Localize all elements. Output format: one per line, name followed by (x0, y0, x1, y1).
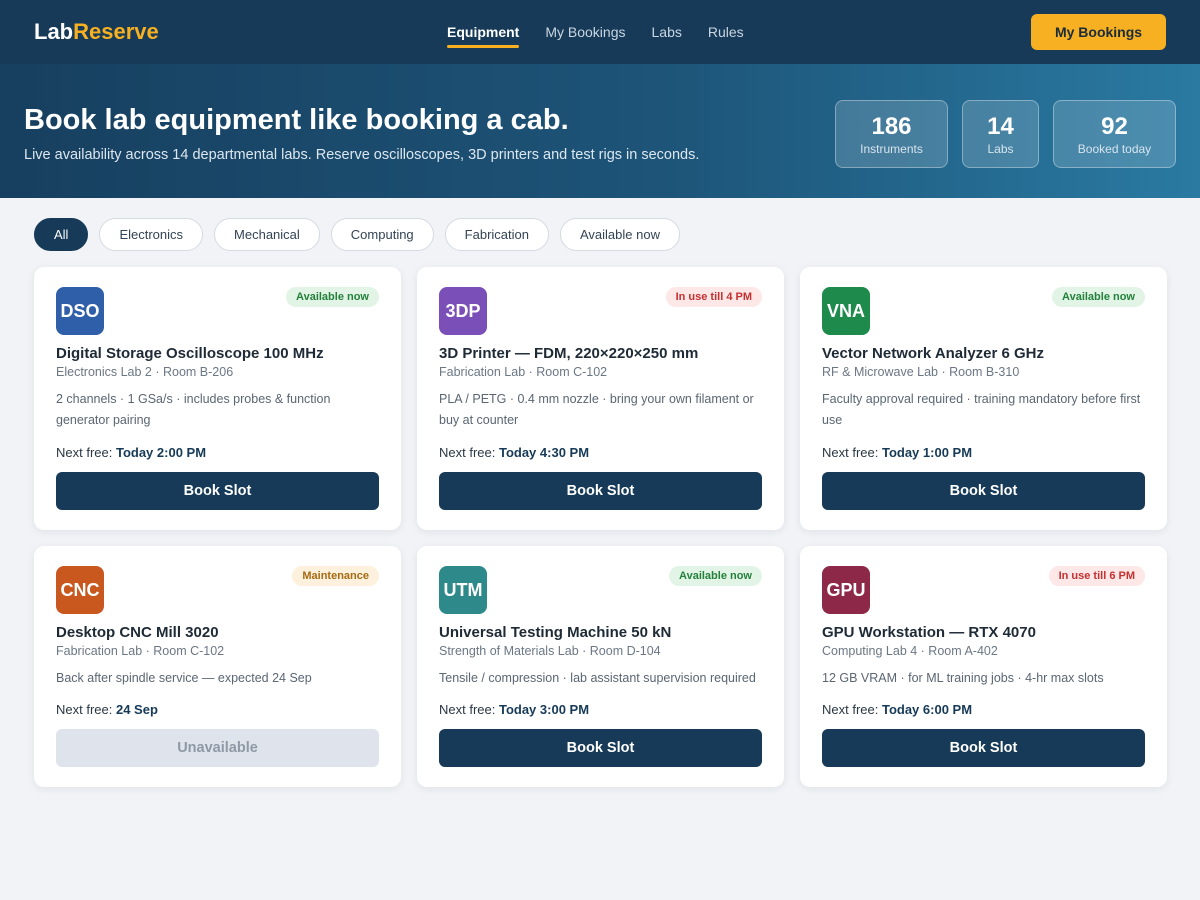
hero-title: Book lab equipment like booking a cab. (24, 104, 569, 136)
stat-label: Booked today (1077, 142, 1152, 156)
equipment-location: Electronics Lab 2 · Room B-206 (56, 365, 234, 379)
equipment-name: Digital Storage Oscilloscope 100 MHz (56, 345, 324, 362)
next-free-info: Next free: Today 2:00 PM (56, 445, 206, 460)
filter-chip-electronics[interactable]: Electronics (99, 218, 204, 251)
equipment-card: DSO Available now Digital Storage Oscill… (34, 267, 401, 530)
category-filters: All Electronics Mechanical Computing Fab… (34, 218, 680, 251)
equipment-card: VNA Available now Vector Network Analyze… (800, 267, 1167, 530)
next-free-value: Today 3:00 PM (498, 702, 590, 717)
nav-item-rules[interactable]: Rules (708, 20, 744, 44)
equipment-card: CNC Maintenance Desktop CNC Mill 3020 Fa… (34, 546, 401, 787)
equipment-description: Faculty approval required · training man… (822, 392, 1141, 427)
equipment-location: Fabrication Lab · Room C-102 (56, 644, 225, 658)
filter-chip-computing[interactable]: Computing (330, 218, 434, 251)
unavailable-button: Unavailable (56, 729, 379, 767)
equipment-name: GPU Workstation — RTX 4070 (822, 624, 1036, 641)
nav-item-labs[interactable]: Labs (652, 20, 682, 44)
status-badge: In use till 4 PM (665, 287, 762, 307)
top-navigation-bar: LabReserve Equipment My Bookings Labs Ru… (0, 0, 1200, 64)
equipment-code-icon: VNA (822, 287, 870, 335)
book-slot-button[interactable]: Book Slot (822, 472, 1145, 510)
status-badge: Maintenance (292, 566, 379, 586)
equipment-code-icon: CNC (56, 566, 104, 614)
equipment-location: RF & Microwave Lab · Room B-310 (822, 365, 1020, 379)
equipment-location: Strength of Materials Lab · Room D-104 (439, 644, 661, 658)
equipment-card: 3DP In use till 4 PM 3D Printer — FDM, 2… (417, 267, 784, 530)
stat-instruments: 186 Instruments (835, 100, 948, 168)
equipment-description: Back after spindle service — expected 24… (56, 671, 312, 685)
next-free-info: Next free: Today 1:00 PM (822, 445, 972, 460)
filter-chip-all[interactable]: All (34, 218, 89, 251)
main-nav: Equipment My Bookings Labs Rules (447, 0, 744, 64)
next-free-label: Next free: (439, 702, 499, 717)
next-free-label: Next free: (56, 445, 116, 460)
brand-logo[interactable]: LabReserve (34, 19, 159, 45)
equipment-location: Computing Lab 4 · Room A-402 (822, 644, 998, 658)
equipment-card: GPU In use till 6 PM GPU Workstation — R… (800, 546, 1167, 787)
equipment-code-icon: UTM (439, 566, 487, 614)
my-bookings-button[interactable]: My Bookings (1031, 14, 1166, 50)
next-free-info: Next free: Today 6:00 PM (822, 702, 972, 717)
equipment-name: 3D Printer — FDM, 220×220×250 mm (439, 345, 699, 362)
next-free-info: Next free: 24 Sep (56, 702, 158, 717)
equipment-location: Fabrication Lab · Room C-102 (439, 365, 608, 379)
equipment-code-icon: 3DP (439, 287, 487, 335)
book-slot-button[interactable]: Book Slot (439, 729, 762, 767)
equipment-description: 2 channels · 1 GSa/s · includes probes &… (56, 392, 331, 427)
next-free-label: Next free: (822, 445, 882, 460)
equipment-name: Vector Network Analyzer 6 GHz (822, 345, 1045, 362)
book-slot-button[interactable]: Book Slot (439, 472, 762, 510)
next-free-value: Today 6:00 PM (881, 702, 973, 717)
filter-chip-available-now[interactable]: Available now (559, 218, 680, 251)
status-badge: Available now (1052, 287, 1145, 307)
filter-chip-fabrication[interactable]: Fabrication (444, 218, 549, 251)
stat-label: Labs (987, 142, 1014, 156)
next-free-value: Today 2:00 PM (115, 445, 207, 460)
nav-item-equipment[interactable]: Equipment (447, 20, 520, 48)
status-badge: Available now (669, 566, 762, 586)
next-free-info: Next free: Today 3:00 PM (439, 702, 589, 717)
brand-name-part1: Lab (34, 19, 74, 44)
book-slot-button[interactable]: Book Slot (56, 472, 379, 510)
next-free-label: Next free: (822, 702, 882, 717)
hero-banner: Book lab equipment like booking a cab. L… (0, 64, 1200, 198)
next-free-value: Today 4:30 PM (498, 445, 590, 460)
stats-panel: 186 Instruments 14 Labs 92 Booked today (835, 100, 1176, 168)
next-free-value: Today 1:00 PM (881, 445, 973, 460)
status-badge: In use till 6 PM (1048, 566, 1145, 586)
equipment-name: Desktop CNC Mill 3020 (56, 624, 219, 641)
stat-value: 14 (987, 113, 1014, 140)
next-free-label: Next free: (439, 445, 499, 460)
filter-chip-mechanical[interactable]: Mechanical (214, 218, 320, 251)
equipment-code-icon: GPU (822, 566, 870, 614)
stat-labs: 14 Labs (962, 100, 1039, 168)
equipment-grid: DSO Available now Digital Storage Oscill… (34, 267, 1167, 787)
equipment-description: 12 GB VRAM · for ML training jobs · 4-hr… (822, 671, 1104, 685)
next-free-info: Next free: Today 4:30 PM (439, 445, 589, 460)
equipment-name: Universal Testing Machine 50 kN (439, 624, 672, 641)
equipment-code-icon: DSO (56, 287, 104, 335)
stat-value: 92 (1101, 113, 1128, 140)
equipment-card: UTM Available now Universal Testing Mach… (417, 546, 784, 787)
hero-subtitle: Live availability across 14 departmental… (24, 147, 700, 163)
book-slot-button[interactable]: Book Slot (822, 729, 1145, 767)
next-free-label: Next free: (56, 702, 116, 717)
status-badge: Available now (286, 287, 379, 307)
stat-booked-today: 92 Booked today (1053, 100, 1176, 168)
brand-name-part2: Reserve (73, 19, 159, 44)
equipment-description: Tensile / compression · lab assistant su… (439, 671, 756, 685)
equipment-description: PLA / PETG · 0.4 mm nozzle · bring your … (439, 392, 754, 427)
stat-label: Instruments (860, 142, 923, 156)
next-free-value: 24 Sep (115, 702, 158, 717)
nav-item-my-bookings[interactable]: My Bookings (545, 20, 625, 44)
stat-value: 186 (871, 113, 912, 140)
